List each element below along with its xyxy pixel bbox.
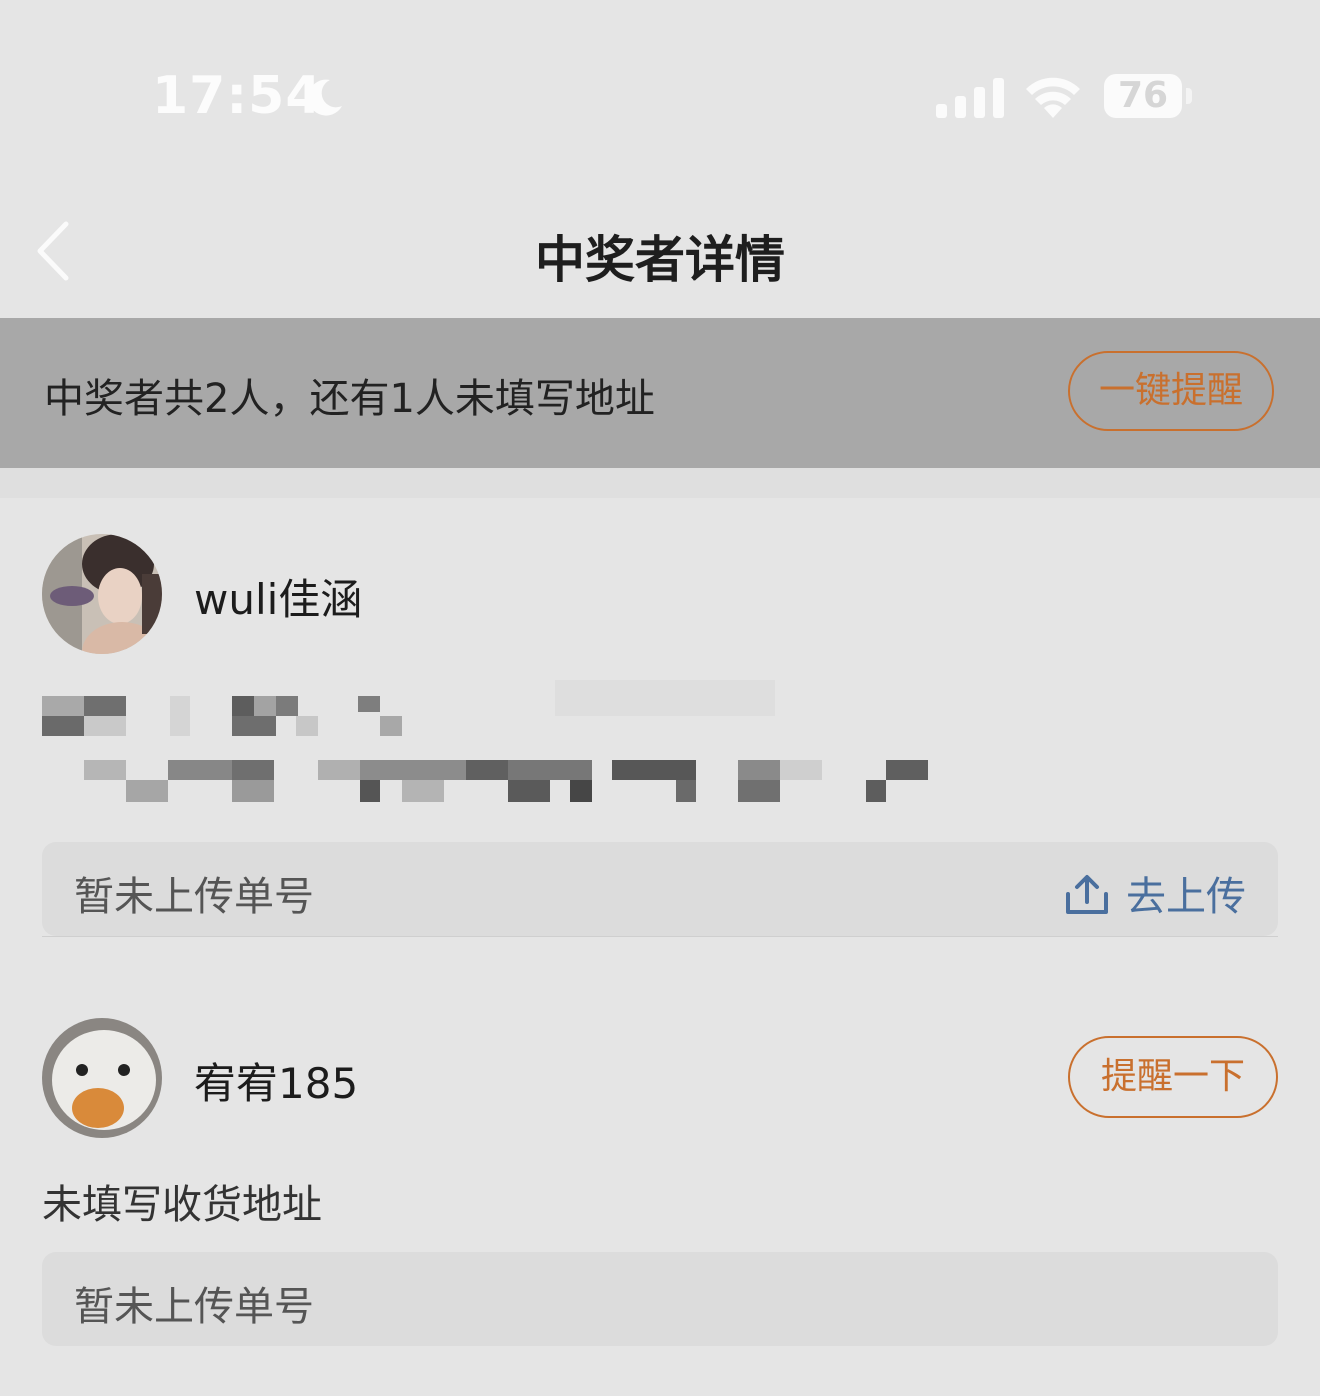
summary-banner: 中奖者共2人，还有1人未填写地址 一键提醒 (0, 318, 1320, 468)
avatar-photo (42, 1018, 162, 1138)
avatar-photo (42, 534, 162, 654)
battery-cap (1186, 88, 1192, 104)
page-title: 中奖者详情 (535, 231, 785, 289)
status-bar: 17:54 76 (0, 0, 1320, 190)
avatar[interactable] (42, 1018, 162, 1138)
moon-icon (308, 79, 342, 116)
remind-button[interactable]: 提醒一下 (1068, 1036, 1278, 1118)
tracking-number-box: 暂未上传单号 去上传 (42, 842, 1278, 936)
upload-label: 去上传 (1126, 874, 1246, 920)
avatar[interactable] (42, 534, 162, 654)
divider (42, 936, 1278, 937)
section-divider (0, 468, 1320, 498)
nav-bar: 中奖者详情 (0, 190, 1320, 318)
address-status-text: 未填写收货地址 (42, 1182, 322, 1228)
battery-icon: 76 (1104, 74, 1182, 118)
tracking-number-box: 暂未上传单号 (42, 1252, 1278, 1346)
status-time: 17:54 (152, 66, 323, 126)
wifi-icon (1026, 77, 1080, 118)
winner-name: 宥宥185 (194, 1059, 359, 1108)
upload-tracking-button[interactable]: 去上传 (1064, 864, 1246, 920)
remind-all-button[interactable]: 一键提醒 (1068, 351, 1274, 431)
upload-icon (1066, 875, 1108, 914)
tracking-status-text: 暂未上传单号 (74, 1284, 314, 1330)
winner-name: wuli佳涵 (194, 575, 363, 624)
tracking-status-text: 暂未上传单号 (74, 874, 314, 920)
cellular-signal-icon (936, 78, 1004, 118)
battery-level: 76 (1117, 75, 1169, 116)
winner-summary-text: 中奖者共2人，还有1人未填写地址 (44, 376, 655, 422)
